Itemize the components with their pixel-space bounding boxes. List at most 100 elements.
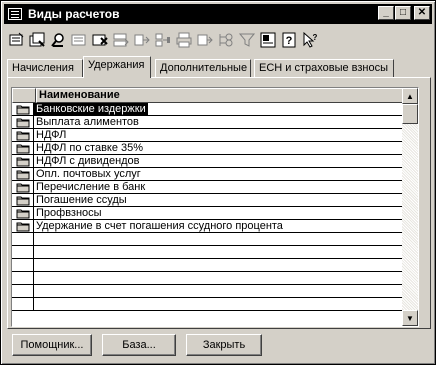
row-name-text: НДФЛ xyxy=(36,129,67,141)
empty-row[interactable] xyxy=(12,298,404,311)
base-button-label: База... xyxy=(122,339,156,351)
row-name: Удержание в счет погашения ссудного проц… xyxy=(34,220,404,232)
folder-icon xyxy=(12,129,34,142)
table-row[interactable]: Перечисление в банк xyxy=(12,181,404,194)
empty-row[interactable] xyxy=(12,259,404,272)
folder-icon xyxy=(12,168,34,181)
table-row[interactable]: Погашение ссуды xyxy=(12,194,404,207)
empty-cell xyxy=(34,233,404,245)
row-name: Выплата алиментов xyxy=(34,116,404,128)
list-move-icon[interactable] xyxy=(196,31,214,49)
help-icon[interactable]: ? xyxy=(280,31,298,49)
table-row[interactable]: НДФЛ по ставке 35% xyxy=(12,142,404,155)
empty-cell xyxy=(12,259,34,272)
row-name-text: Перечисление в банк xyxy=(36,181,146,193)
folder-icon xyxy=(12,194,34,207)
scroll-up-button[interactable]: ▲ xyxy=(402,88,418,104)
window: Виды расчетов _ □ ✕ ? ? Начисления Удерж… xyxy=(0,0,436,365)
move-group-icon[interactable] xyxy=(154,31,172,49)
empty-cell xyxy=(34,259,404,271)
tab-label: Дополнительные xyxy=(160,62,248,74)
vertical-scrollbar[interactable]: ▲ ▼ xyxy=(402,88,418,326)
row-name: НДФЛ xyxy=(34,129,404,141)
folder-icon xyxy=(12,220,34,233)
name-column-header[interactable]: Наименование xyxy=(36,88,404,103)
minimize-button[interactable]: _ xyxy=(378,6,394,20)
maximize-icon: □ xyxy=(399,7,407,18)
row-name: Профвзносы xyxy=(34,207,404,219)
table-row[interactable]: Опл. почтовых услуг xyxy=(12,168,404,181)
empty-row[interactable] xyxy=(12,246,404,259)
grid-header: Наименование xyxy=(12,88,404,103)
move-level-icon[interactable] xyxy=(133,31,151,49)
close-button[interactable]: Закрыть xyxy=(186,334,262,356)
edit-icon[interactable] xyxy=(70,31,88,49)
new-icon[interactable] xyxy=(7,31,25,49)
row-name: Перечисление в банк xyxy=(34,181,404,193)
empty-row[interactable] xyxy=(12,272,404,285)
print-icon[interactable] xyxy=(175,31,193,49)
row-name-text: НДФЛ с дивидендов xyxy=(36,155,140,167)
folder-icon xyxy=(12,103,34,116)
folder-icon xyxy=(12,142,34,155)
empty-cell xyxy=(34,272,404,284)
table-row[interactable]: Удержание в счет погашения ссудного проц… xyxy=(12,220,404,233)
tab-nachisleniya[interactable]: Начисления xyxy=(7,59,83,78)
empty-row[interactable] xyxy=(12,233,404,246)
row-name-text: Погашение ссуды xyxy=(36,194,127,206)
empty-cell xyxy=(34,285,404,297)
folder-icon xyxy=(12,155,34,168)
context-help-icon[interactable]: ? xyxy=(301,31,319,49)
empty-cell xyxy=(34,246,404,258)
folder-icon xyxy=(12,207,34,220)
dialog-buttons: Помощник... База... Закрыть xyxy=(12,334,272,356)
hierarchy-icon[interactable] xyxy=(217,31,235,49)
window-icon xyxy=(8,8,22,20)
table-row[interactable]: НДФЛ с дивидендов xyxy=(12,155,404,168)
empty-cell xyxy=(12,285,34,298)
maximize-button[interactable]: □ xyxy=(395,6,411,20)
row-name-text: НДФЛ по ставке 35% xyxy=(36,142,144,154)
toolbar: ? ? xyxy=(7,28,431,52)
scroll-down-button[interactable]: ▼ xyxy=(402,310,418,326)
tab-label: Удержания xyxy=(88,59,145,71)
table-row[interactable]: Выплата алиментов xyxy=(12,116,404,129)
accrual-types-grid[interactable]: Наименование Банковские издержки Выплата … xyxy=(11,87,419,327)
filter-icon[interactable] xyxy=(238,31,256,49)
row-name: НДФЛ по ставке 35% xyxy=(34,142,404,154)
tab-dopolnitelnye[interactable]: Дополнительные xyxy=(155,59,251,78)
scroll-thumb[interactable] xyxy=(402,104,418,124)
row-name: НДФЛ с дивидендов xyxy=(34,155,404,167)
tab-label: Начисления xyxy=(12,62,74,74)
empty-row[interactable] xyxy=(12,285,404,298)
table-row[interactable]: Банковские издержки xyxy=(12,103,404,116)
move-icon[interactable] xyxy=(112,31,130,49)
svg-text:?: ? xyxy=(313,33,318,42)
close-window-button[interactable]: ✕ xyxy=(414,6,430,20)
icon-column-header[interactable] xyxy=(12,88,36,103)
window-controls: _ □ ✕ xyxy=(377,6,430,20)
row-name-text: Профвзносы xyxy=(36,207,102,219)
title-bar[interactable]: Виды расчетов _ □ ✕ xyxy=(4,4,432,24)
tab-strip: Начисления Удержания Дополнительные ЕСН … xyxy=(7,56,431,78)
empty-cell xyxy=(12,246,34,259)
row-name-text: Удержание в счет погашения ссудного проц… xyxy=(36,220,283,232)
base-button[interactable]: База... xyxy=(102,334,176,356)
tab-uderzhaniya[interactable]: Удержания xyxy=(83,56,151,78)
assistant-button-label: Помощник... xyxy=(20,339,84,351)
delete-icon[interactable] xyxy=(91,31,109,49)
row-name: Опл. почтовых услуг xyxy=(34,168,404,180)
grid-rows: Банковские издержки Выплата алиментов НДФЛ… xyxy=(12,103,404,311)
empty-cell xyxy=(12,298,34,311)
table-row[interactable]: Профвзносы xyxy=(12,207,404,220)
tab-esn[interactable]: ЕСН и страховые взносы xyxy=(254,59,394,78)
empty-cell xyxy=(12,272,34,285)
tab-label: ЕСН и страховые взносы xyxy=(259,62,389,74)
find-icon[interactable] xyxy=(49,31,67,49)
svg-text:?: ? xyxy=(286,35,293,47)
folder-icon xyxy=(12,181,34,194)
settings-icon[interactable] xyxy=(259,31,277,49)
table-row[interactable]: НДФЛ xyxy=(12,129,404,142)
assistant-button[interactable]: Помощник... xyxy=(12,334,92,356)
copy-icon[interactable] xyxy=(28,31,46,49)
